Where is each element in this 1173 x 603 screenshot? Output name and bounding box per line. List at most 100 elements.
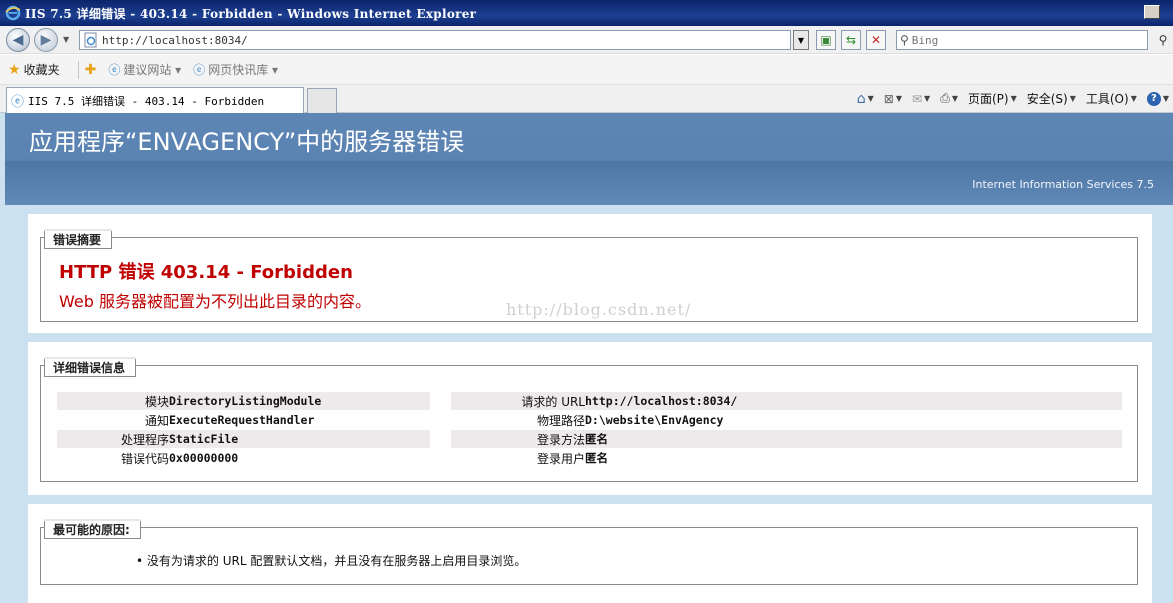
- web-slice-gallery-link[interactable]: ⓔ 网页快讯库 ▾: [193, 61, 278, 78]
- minimize-button[interactable]: [1144, 5, 1160, 19]
- chevron-down-icon: ▼: [895, 94, 902, 103]
- detail-value: 0x00000000: [169, 451, 239, 465]
- add-favorite-button[interactable]: ✚: [85, 62, 97, 78]
- detail-value: 匿名: [585, 432, 608, 446]
- compatibility-icon: ▣: [820, 33, 832, 47]
- detail-value: 匿名: [585, 451, 608, 465]
- likely-causes-legend: 最可能的原因:: [44, 519, 141, 539]
- chevron-down-icon: ▼: [924, 94, 931, 103]
- refresh-icon: ⇆: [845, 33, 857, 47]
- home-button[interactable]: ⌂ ▼: [857, 91, 874, 107]
- search-button[interactable]: ⚲: [1153, 30, 1173, 50]
- ie-tab-icon: ⓔ: [11, 95, 25, 110]
- watermark-text: http://blog.csdn.net/: [506, 300, 692, 319]
- page-menu-button[interactable]: 页面(P) ▼: [968, 90, 1017, 107]
- arrow-left-icon: ◀: [12, 32, 24, 48]
- chevron-down-icon: ▼: [1162, 94, 1169, 103]
- search-icon: ⚲: [900, 33, 909, 47]
- chevron-down-icon: ▼: [867, 94, 874, 103]
- command-bar: ⌂ ▼ ⊠ ▼ ✉ ▼ ⎙ ▼ 页面(P) ▼ 安全(S) ▼ 工具(O) ▼ ? ▼: [857, 90, 1169, 107]
- error-details-panel: 详细错误信息 模块 DirectoryListingModule 通知 Exec…: [28, 342, 1152, 495]
- detail-row-notification: 通知 ExecuteRequestHandler: [57, 411, 430, 429]
- detail-row-handler: 处理程序 StaticFile: [57, 430, 430, 448]
- new-tab-button[interactable]: [307, 88, 337, 113]
- help-button[interactable]: ? ▼: [1146, 91, 1169, 106]
- tab-iis-error[interactable]: ⓔ IIS 7.5 详细错误 - 403.14 - Forbidden: [6, 87, 304, 113]
- favorites-label: 收藏夹: [23, 63, 60, 77]
- detail-label: 错误代码: [120, 451, 169, 466]
- detail-label: 登录方法: [536, 432, 585, 447]
- window-title-bar[interactable]: IIS 7.5 详细错误 - 403.14 - Forbidden - Wind…: [0, 0, 1173, 26]
- error-summary-box: 错误摘要 HTTP 错误 403.14 - Forbidden Web 服务器被…: [40, 229, 1138, 322]
- detail-value: D:\website\EnvAgency: [585, 413, 724, 427]
- magnifier-icon: ⚲: [1158, 33, 1168, 47]
- stop-button[interactable]: ✕: [866, 30, 886, 50]
- safety-menu-button[interactable]: 安全(S) ▼: [1027, 90, 1076, 107]
- help-icon: ?: [1146, 91, 1161, 106]
- read-mail-button[interactable]: ✉ ▼: [912, 92, 930, 106]
- error-description: Web 服务器被配置为不列出此目录的内容。: [59, 292, 371, 311]
- compatibility-view-button[interactable]: ▣: [816, 30, 836, 50]
- star-icon: ★: [8, 61, 21, 78]
- suggested-sites-label: 建议网站 ▾: [123, 63, 182, 77]
- error-summary-panel: 错误摘要 HTTP 错误 403.14 - Forbidden Web 服务器被…: [28, 214, 1152, 333]
- close-icon: ✕: [870, 33, 882, 47]
- tab-bar: ⓔ IIS 7.5 详细错误 - 403.14 - Forbidden ⌂ ▼ ⊠…: [0, 85, 1173, 113]
- ie-page-icon: ⓔ: [193, 63, 206, 77]
- print-button[interactable]: ⎙ ▼: [940, 91, 958, 106]
- search-field[interactable]: ⚲: [896, 30, 1148, 50]
- cause-text: 没有为请求的 URL 配置默认文档，并且没有在服务器上启用目录浏览。: [146, 554, 527, 568]
- tools-menu-label: 工具(O): [1085, 92, 1129, 106]
- detail-label: 通知: [144, 413, 169, 428]
- address-dropdown-button[interactable]: ▼: [793, 30, 809, 50]
- suggested-sites-link[interactable]: ⓔ 建议网站 ▾: [108, 61, 181, 78]
- internet-explorer-icon: [4, 4, 22, 22]
- chevron-down-icon: ▼: [1010, 94, 1017, 103]
- tools-menu-button[interactable]: 工具(O) ▼: [1086, 90, 1137, 107]
- tab-label: IIS 7.5 详细错误 - 403.14 - Forbidden: [28, 94, 265, 108]
- chevron-down-icon: ▼: [797, 35, 805, 45]
- page-content: 应用程序“ENVAGENCY”中的服务器错误 Internet Informat…: [0, 113, 1173, 603]
- detail-row-requested-url: 请求的 URL http://localhost:8034/: [451, 392, 1122, 410]
- history-dropdown-icon[interactable]: ▼: [63, 35, 69, 44]
- error-header: 应用程序“ENVAGENCY”中的服务器错误: [5, 113, 1173, 161]
- url-input[interactable]: [102, 33, 782, 47]
- toolbar-divider: [77, 60, 79, 79]
- detail-label: 登录用户: [536, 451, 585, 466]
- page-title: 应用程序“ENVAGENCY”中的服务器错误: [29, 128, 465, 156]
- likely-causes-box: 最可能的原因: • 没有为请求的 URL 配置默认文档，并且没有在服务器上启用目…: [40, 519, 1138, 585]
- favorites-button[interactable]: ★ 收藏夹: [8, 61, 60, 78]
- error-details-legend: 详细错误信息: [44, 357, 137, 377]
- forward-button[interactable]: ▶: [34, 28, 58, 52]
- bullet-icon: •: [136, 554, 147, 568]
- web-slice-gallery-label: 网页快讯库 ▾: [208, 63, 279, 77]
- likely-causes-panel: 最可能的原因: • 没有为请求的 URL 配置默认文档，并且没有在服务器上启用目…: [28, 504, 1152, 603]
- page-icon: [83, 32, 99, 48]
- address-field[interactable]: [79, 30, 791, 50]
- detail-row-logon-user: 登录用户 匿名: [451, 449, 1122, 467]
- feeds-button[interactable]: ⊠ ▼: [884, 92, 902, 106]
- detail-value: ExecuteRequestHandler: [169, 413, 315, 427]
- error-summary-legend: 错误摘要: [44, 229, 113, 249]
- chevron-down-icon: ▼: [1130, 94, 1137, 103]
- detail-label: 处理程序: [120, 432, 169, 447]
- error-title: HTTP 错误 403.14 - Forbidden: [59, 262, 353, 283]
- detail-value: DirectoryListingModule: [169, 394, 322, 408]
- detail-row-physical-path: 物理路径 D:\website\EnvAgency: [451, 411, 1122, 429]
- back-button[interactable]: ◀: [6, 28, 30, 52]
- window-title: IIS 7.5 详细错误 - 403.14 - Forbidden - Wind…: [25, 6, 477, 21]
- mail-icon: ✉: [911, 91, 923, 106]
- favorites-bar: ★ 收藏夹 ✚ ⓔ 建议网站 ▾ ⓔ 网页快讯库 ▾: [0, 55, 1173, 85]
- chevron-down-icon: ▼: [1069, 94, 1076, 103]
- detail-value: http://localhost:8034/: [585, 394, 738, 408]
- detail-label: 物理路径: [536, 413, 585, 428]
- detail-label: 请求的 URL: [521, 394, 585, 409]
- detail-row-error-code: 错误代码 0x00000000: [57, 449, 430, 467]
- home-icon: ⌂: [856, 90, 866, 107]
- detail-value: StaticFile: [169, 432, 239, 446]
- search-input[interactable]: [911, 33, 1132, 47]
- chevron-down-icon: ▼: [951, 94, 958, 103]
- detail-row-logon-method: 登录方法 匿名: [451, 430, 1122, 448]
- refresh-button[interactable]: ⇆: [841, 30, 861, 50]
- page-menu-label: 页面(P): [967, 92, 1009, 106]
